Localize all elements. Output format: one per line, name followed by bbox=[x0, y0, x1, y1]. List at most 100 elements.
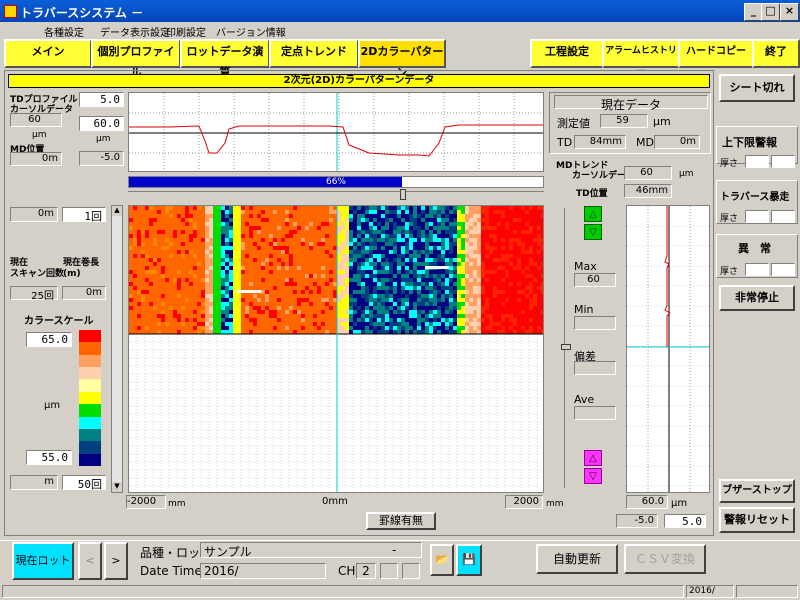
heatmap-cell bbox=[221, 318, 226, 323]
heatmap-cell bbox=[253, 302, 258, 307]
trend-scale-high[interactable]: 5.0 bbox=[664, 514, 706, 528]
down-arrow-button[interactable]: ▽ bbox=[584, 224, 602, 240]
nav-profile[interactable]: 個別プロファイル bbox=[91, 39, 181, 79]
maximize-button[interactable]: □ bbox=[761, 3, 780, 21]
heatmap-cell bbox=[309, 262, 314, 267]
heatmap-cell bbox=[401, 294, 406, 299]
heatmap-cell bbox=[381, 274, 386, 279]
open-folder-icon[interactable]: 📂 bbox=[430, 544, 454, 576]
nav-alarm-history[interactable]: アラームヒストリー bbox=[602, 39, 680, 77]
heatmap-cell bbox=[537, 238, 542, 243]
current-lot-button[interactable]: 現在ロット bbox=[12, 542, 74, 580]
nav-main[interactable]: メイン bbox=[4, 39, 92, 68]
auto-update-button[interactable]: 自動更新 bbox=[536, 544, 618, 574]
next-lot-button[interactable]: > bbox=[104, 542, 128, 580]
buzzer-stop-button[interactable]: ブザーストップ bbox=[719, 479, 795, 503]
nav-2d-color[interactable]: 2Dカラーパターン bbox=[358, 39, 446, 79]
heatmap-cell bbox=[189, 222, 194, 227]
emergency-stop-button[interactable]: 非常停止 bbox=[719, 285, 795, 311]
menu-data-display[interactable]: データ表示設定 bbox=[100, 24, 170, 39]
heatmap-cell bbox=[417, 274, 422, 279]
heatmap-cell bbox=[317, 310, 322, 315]
heatmap-cell bbox=[173, 218, 178, 223]
heatmap-cell bbox=[533, 318, 538, 323]
heatmap-cell bbox=[301, 258, 306, 263]
heatmap-cell bbox=[401, 326, 406, 331]
profile-scale-range[interactable]: 5.0 bbox=[79, 92, 124, 107]
heatmap-cell bbox=[197, 218, 202, 223]
heatmap-cell bbox=[381, 306, 386, 311]
vertical-slider[interactable] bbox=[561, 208, 571, 488]
prev-lot-button[interactable]: < bbox=[78, 542, 102, 580]
menu-settings[interactable]: 各種設定 bbox=[44, 24, 84, 39]
nav-lot-calc[interactable]: ロットデータ演算 bbox=[180, 39, 270, 79]
heatmap-cell bbox=[505, 262, 510, 267]
magenta-down-button[interactable]: ▽ bbox=[584, 468, 602, 484]
csv-convert-button[interactable]: ＣＳＶ変換 bbox=[624, 544, 706, 574]
heatmap-cell bbox=[165, 282, 170, 287]
heatmap-cell bbox=[169, 206, 174, 211]
heatmap-cell bbox=[213, 262, 218, 267]
heatmap-cell bbox=[149, 258, 154, 263]
nav-process-settings[interactable]: 工程設定 bbox=[530, 39, 604, 68]
heatmap-cell bbox=[413, 270, 418, 275]
magenta-up-button[interactable]: △ bbox=[584, 450, 602, 466]
heatmap-cell bbox=[505, 246, 510, 251]
color-scale-max[interactable]: 65.0 bbox=[26, 332, 72, 347]
nav-hardcopy[interactable]: ハードコピー bbox=[678, 39, 754, 68]
scroll-up-icon[interactable]: ▲ bbox=[112, 206, 122, 216]
heatmap-cell bbox=[477, 274, 482, 279]
heatmap-cell bbox=[453, 274, 458, 279]
heatmap-cell bbox=[445, 262, 450, 267]
heatmap-cell bbox=[433, 278, 438, 283]
heatmap-cell bbox=[497, 218, 502, 223]
heatmap-cell bbox=[365, 290, 370, 295]
heatmap-cell bbox=[277, 242, 282, 247]
heatmap-cell bbox=[373, 226, 378, 231]
profile-scale-center[interactable]: 60.0 bbox=[79, 116, 124, 131]
menu-version[interactable]: バージョン情報 bbox=[216, 24, 286, 39]
heatmap-cell bbox=[393, 266, 398, 271]
heatmap-cell bbox=[369, 206, 374, 211]
up-arrow-button[interactable]: △ bbox=[584, 206, 602, 222]
heatmap-cell bbox=[405, 282, 410, 287]
heatmap-cell bbox=[301, 310, 306, 315]
sheet-break-button[interactable]: シート切れ bbox=[719, 74, 795, 102]
heatmap-cell bbox=[533, 250, 538, 255]
vertical-slider-thumb[interactable] bbox=[561, 344, 571, 350]
alarm-reset-button[interactable]: 警報リセット bbox=[719, 507, 795, 533]
close-button[interactable]: × bbox=[780, 3, 799, 21]
heatmap-cell bbox=[281, 302, 286, 307]
heatmap-cell bbox=[261, 306, 266, 311]
heatmap-cell bbox=[289, 326, 294, 331]
menu-print[interactable]: 印刷設定 bbox=[166, 24, 206, 39]
bottom-count[interactable]: 50回 bbox=[62, 475, 106, 491]
grid-toggle-button[interactable]: 罫線有無 bbox=[366, 512, 436, 530]
heatmap-cell bbox=[237, 322, 242, 327]
heatmap-cell bbox=[157, 326, 162, 331]
heatmap-cell bbox=[329, 242, 334, 247]
color-scale-min[interactable]: 55.0 bbox=[26, 450, 72, 465]
heatmap-cell bbox=[221, 246, 226, 251]
heatmap-cell bbox=[181, 294, 186, 299]
heatmap-cell bbox=[421, 218, 426, 223]
heatmap-cell bbox=[337, 238, 342, 243]
heatmap-cell bbox=[409, 242, 414, 247]
nav-fixed-trend[interactable]: 定点トレンド bbox=[269, 39, 359, 68]
heatmap-cell bbox=[225, 326, 230, 331]
nav-exit[interactable]: 終了 bbox=[752, 39, 800, 68]
heatmap-cell bbox=[393, 218, 398, 223]
heatmap-cell bbox=[469, 262, 474, 267]
heatmap-cell bbox=[245, 254, 250, 259]
horizontal-slider[interactable] bbox=[128, 189, 544, 200]
heatmap-cell bbox=[521, 326, 526, 331]
save-icon[interactable]: 💾 bbox=[456, 544, 482, 576]
row-count[interactable]: 1回 bbox=[62, 207, 106, 223]
vertical-scrollbar[interactable]: ▲ ▼ bbox=[111, 205, 123, 493]
heatmap-cell bbox=[317, 234, 322, 239]
heatmap-cell bbox=[521, 294, 526, 299]
slider-thumb[interactable] bbox=[400, 189, 406, 200]
heatmap-cell bbox=[373, 222, 378, 227]
scroll-down-icon[interactable]: ▼ bbox=[112, 482, 122, 492]
heatmap-cell bbox=[357, 274, 362, 279]
